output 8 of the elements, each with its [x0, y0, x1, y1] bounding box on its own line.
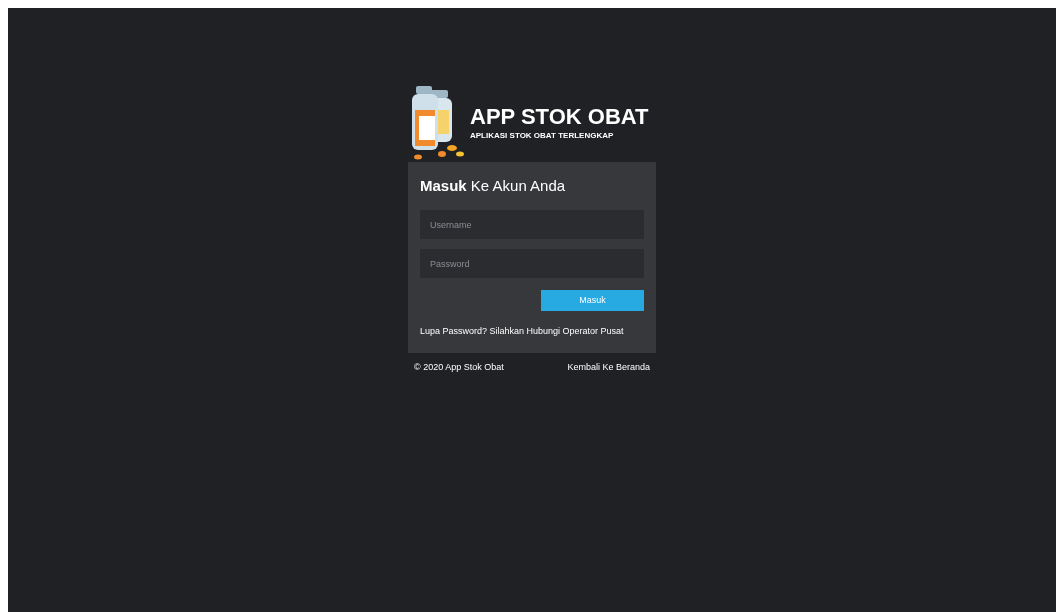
logo-subtitle: APLIKASI STOK OBAT TERLENGKAP [470, 130, 615, 142]
logo-title: APP STOK OBAT [470, 104, 649, 130]
help-text: Lupa Password? Silahkan Hubungi Operator Pusat [420, 325, 625, 338]
password-field[interactable]: Password [420, 249, 644, 278]
copyright-text: © 2020 App Stok Obat [414, 360, 504, 374]
login-heading: Masuk Ke Akun Anda [420, 176, 567, 196]
back-to-home-link[interactable]: Kembali Ke Beranda [567, 360, 650, 374]
username-field[interactable]: Username [420, 210, 644, 239]
